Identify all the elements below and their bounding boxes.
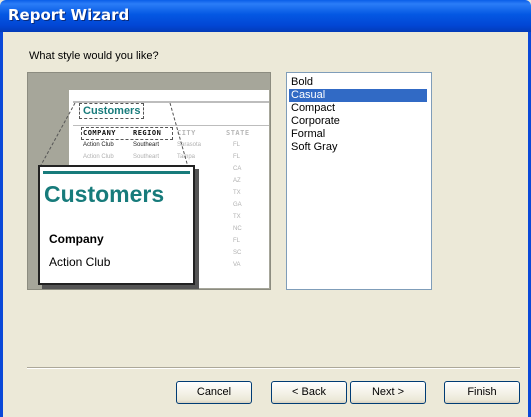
preview-zoom-company: Company xyxy=(49,232,104,246)
finish-button[interactable]: Finish xyxy=(444,381,520,404)
report-wizard-window: Report Wizard What style would you like?… xyxy=(0,0,531,417)
style-option-corporate[interactable]: Corporate xyxy=(289,115,427,128)
cancel-button[interactable]: Cancel xyxy=(176,381,252,404)
style-question-label: What style would you like? xyxy=(29,50,159,62)
title-bar[interactable]: Report Wizard xyxy=(0,0,531,32)
style-option-bold[interactable]: Bold xyxy=(289,76,427,89)
style-option-formal[interactable]: Formal xyxy=(289,128,427,141)
style-option-casual[interactable]: Casual xyxy=(289,89,427,102)
window-title: Report Wizard xyxy=(8,6,130,24)
button-separator xyxy=(27,367,520,369)
preview-zoom-title: Customers xyxy=(44,181,165,207)
preview-zoom-bar xyxy=(43,171,190,174)
preview-zoom-value: Action Club xyxy=(49,255,111,269)
style-option-compact[interactable]: Compact xyxy=(289,102,427,115)
window-frame-left xyxy=(0,32,3,417)
back-button[interactable]: < Back xyxy=(271,381,347,404)
next-button[interactable]: Next > xyxy=(350,381,426,404)
style-option-soft-gray[interactable]: Soft Gray xyxy=(289,141,427,154)
style-listbox[interactable]: Bold Casual Compact Corporate Formal Sof… xyxy=(286,72,432,290)
style-preview: Customers COMPANY REGION CITY STATE Acti… xyxy=(27,72,271,290)
preview-zoom-box: Customers Company Action Club xyxy=(38,165,195,285)
